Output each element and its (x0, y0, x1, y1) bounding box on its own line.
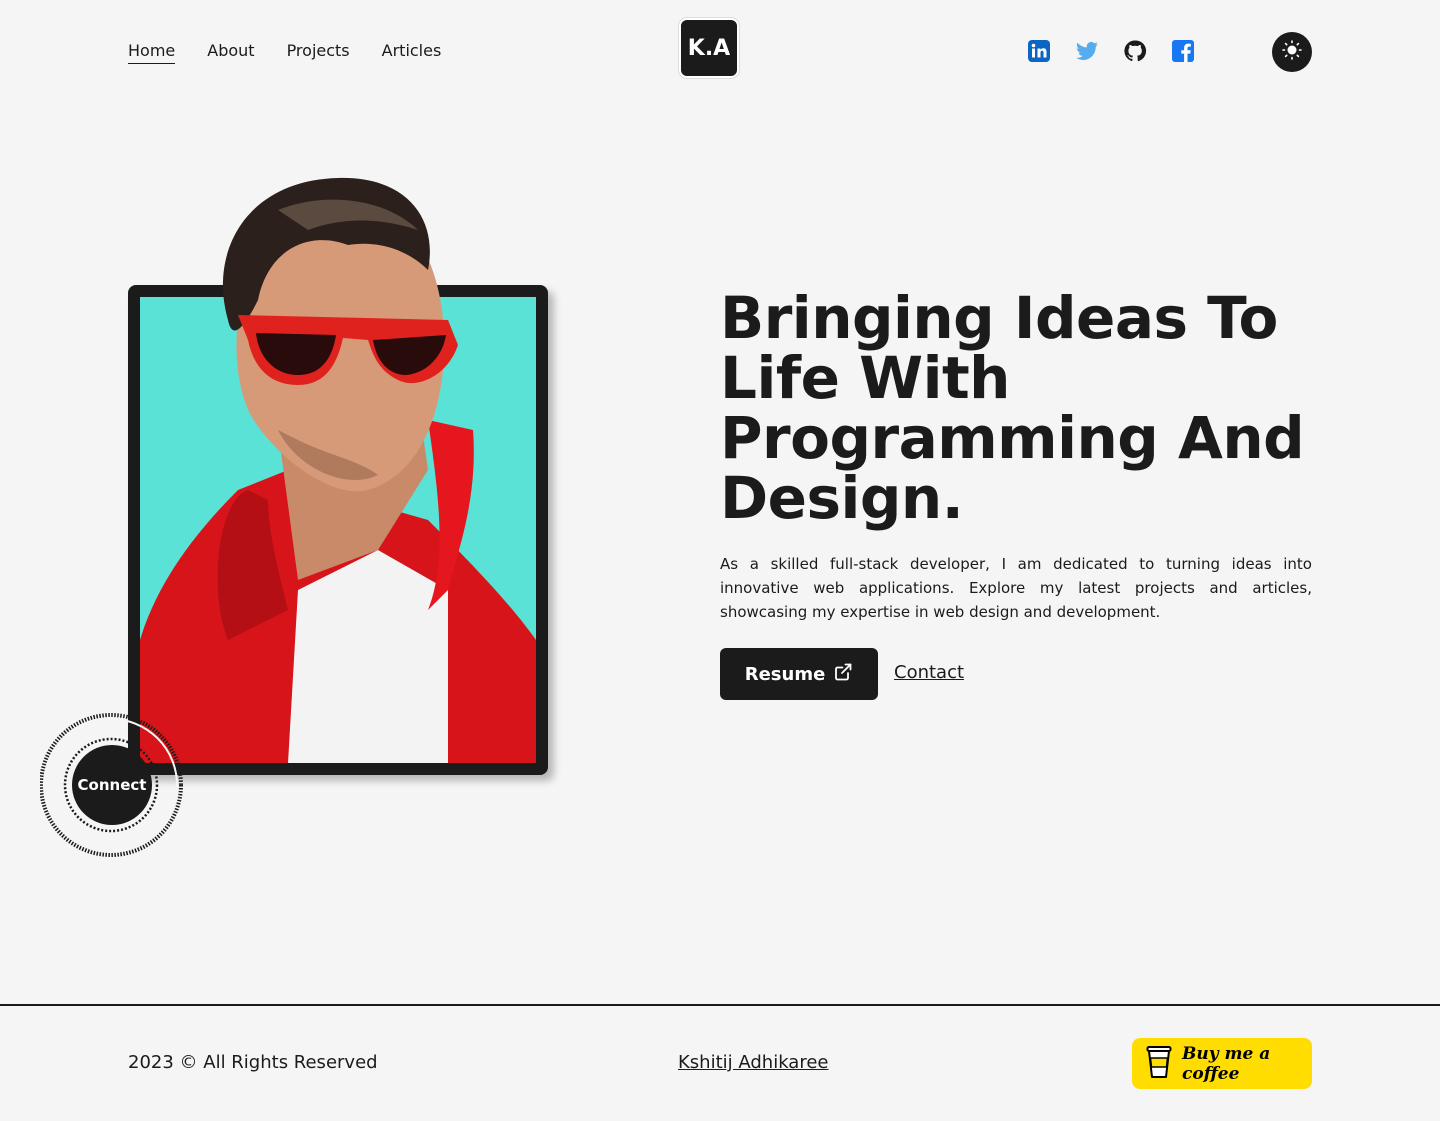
profile-portrait (140, 177, 536, 763)
coffee-cup-icon (1146, 1045, 1172, 1083)
site-logo[interactable]: K.A (679, 18, 739, 78)
sun-icon (1282, 40, 1302, 64)
github-icon[interactable] (1123, 39, 1147, 63)
hero-headline: Bringing Ideas To Life With Programming … (720, 284, 1305, 532)
nav-link-home[interactable]: Home (128, 40, 176, 64)
connect-badge: Connect (39, 711, 184, 859)
resume-label: Resume (744, 663, 826, 685)
site-header: Home About Projects Articles K.A (0, 0, 1440, 100)
buy-me-a-coffee-button[interactable]: Buy me a coffee (1132, 1038, 1312, 1089)
external-link-icon (833, 662, 853, 687)
coffee-label: Buy me a coffee (1182, 1043, 1271, 1084)
connect-button[interactable]: Connect (72, 745, 152, 825)
copyright-text: 2023 © All Rights Reserved (128, 1052, 378, 1073)
social-links (1027, 39, 1195, 63)
hero-intro: As a skilled full-stack developer, I am … (720, 555, 1312, 621)
author-link[interactable]: Kshitij Adhikaree (678, 1052, 829, 1073)
nav-link-articles[interactable]: Articles (382, 40, 442, 62)
linkedin-icon[interactable] (1027, 39, 1051, 63)
contact-link[interactable]: Contact (894, 662, 964, 683)
facebook-icon[interactable] (1171, 39, 1195, 63)
nav-link-projects[interactable]: Projects (287, 40, 350, 62)
site-footer: 2023 © All Rights Reserved Kshitij Adhik… (0, 1004, 1440, 1121)
main-nav: Home About Projects Articles (128, 40, 442, 64)
nav-link-about[interactable]: About (207, 40, 254, 62)
twitter-icon[interactable] (1075, 39, 1099, 63)
theme-toggle-button[interactable] (1272, 32, 1312, 72)
resume-button[interactable]: Resume (720, 648, 878, 700)
